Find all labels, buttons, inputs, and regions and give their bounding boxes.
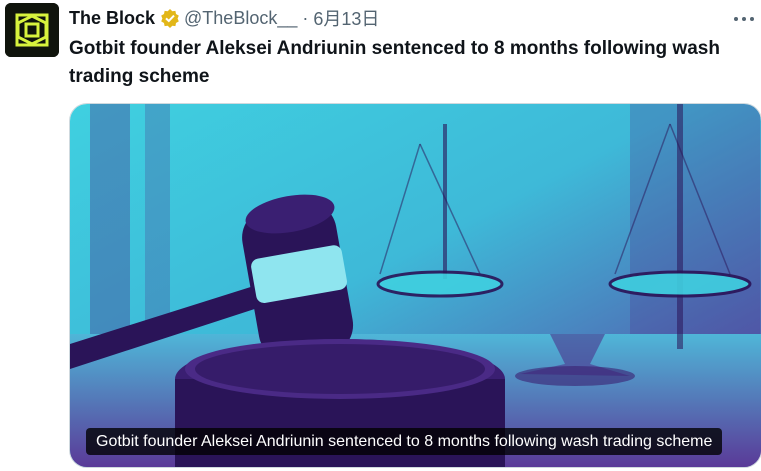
tweet-text: Gotbit founder Aleksei Andriunin sentenc… [69, 38, 720, 87]
tweet[interactable]: The Block @TheBlock__ · 6月13日 Gotbit fou… [0, 0, 761, 471]
avatar[interactable] [5, 3, 59, 57]
more-options-icon[interactable] [729, 9, 759, 29]
verified-badge-icon[interactable] [160, 8, 180, 28]
handle[interactable]: @TheBlock__ [184, 8, 297, 29]
separator: · [302, 7, 309, 28]
card-caption[interactable]: Gotbit founder Aleksei Andriunin sentenc… [86, 428, 723, 455]
the-block-logo-icon [5, 3, 59, 57]
gavel-and-scales-image [70, 104, 761, 467]
display-name[interactable]: The Block [69, 8, 155, 29]
link-card[interactable]: Gotbit founder Aleksei Andriunin sentenc… [69, 103, 761, 468]
tweet-date[interactable]: 6月13日 [313, 5, 379, 31]
tweet-header: The Block @TheBlock__ · 6月13日 [69, 6, 761, 30]
